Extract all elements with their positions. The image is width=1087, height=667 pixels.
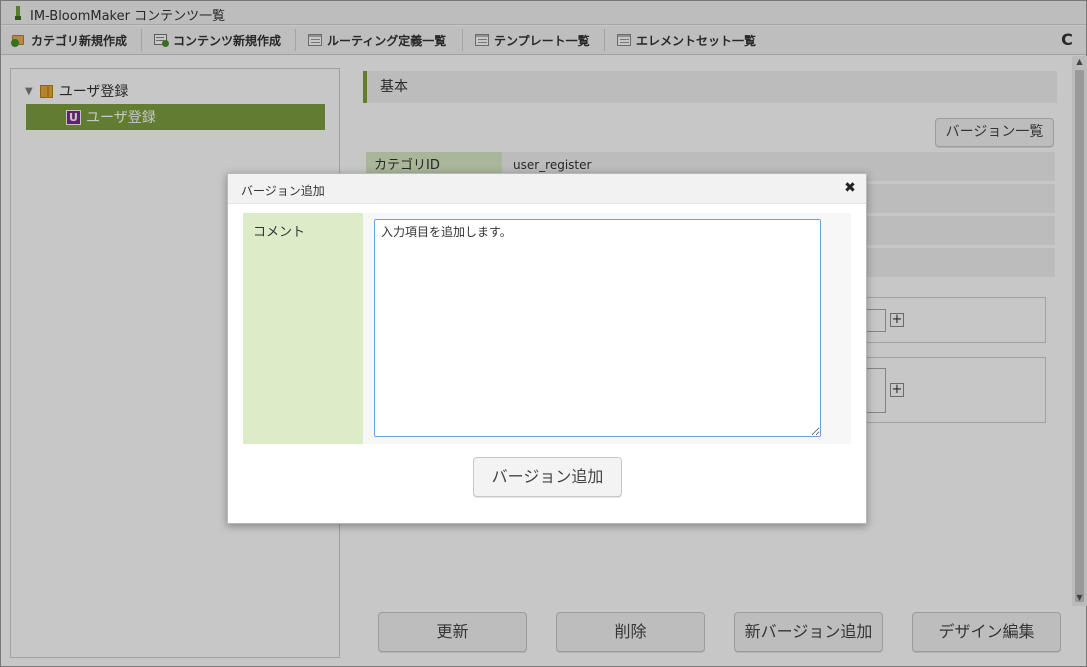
add-version-dialog: バージョン追加 ✖ コメント 入力項目を追加します。 バージョン追加 xyxy=(227,173,867,524)
close-icon[interactable]: ✖ xyxy=(843,180,857,196)
dialog-form: コメント 入力項目を追加します。 xyxy=(243,213,851,444)
dialog-title: バージョン追加 xyxy=(241,184,325,198)
comment-textarea[interactable]: 入力項目を追加します。 xyxy=(374,219,821,437)
comment-label: コメント xyxy=(243,213,363,444)
add-version-submit-button[interactable]: バージョン追加 xyxy=(473,457,622,497)
dialog-header: バージョン追加 ✖ xyxy=(228,174,866,204)
